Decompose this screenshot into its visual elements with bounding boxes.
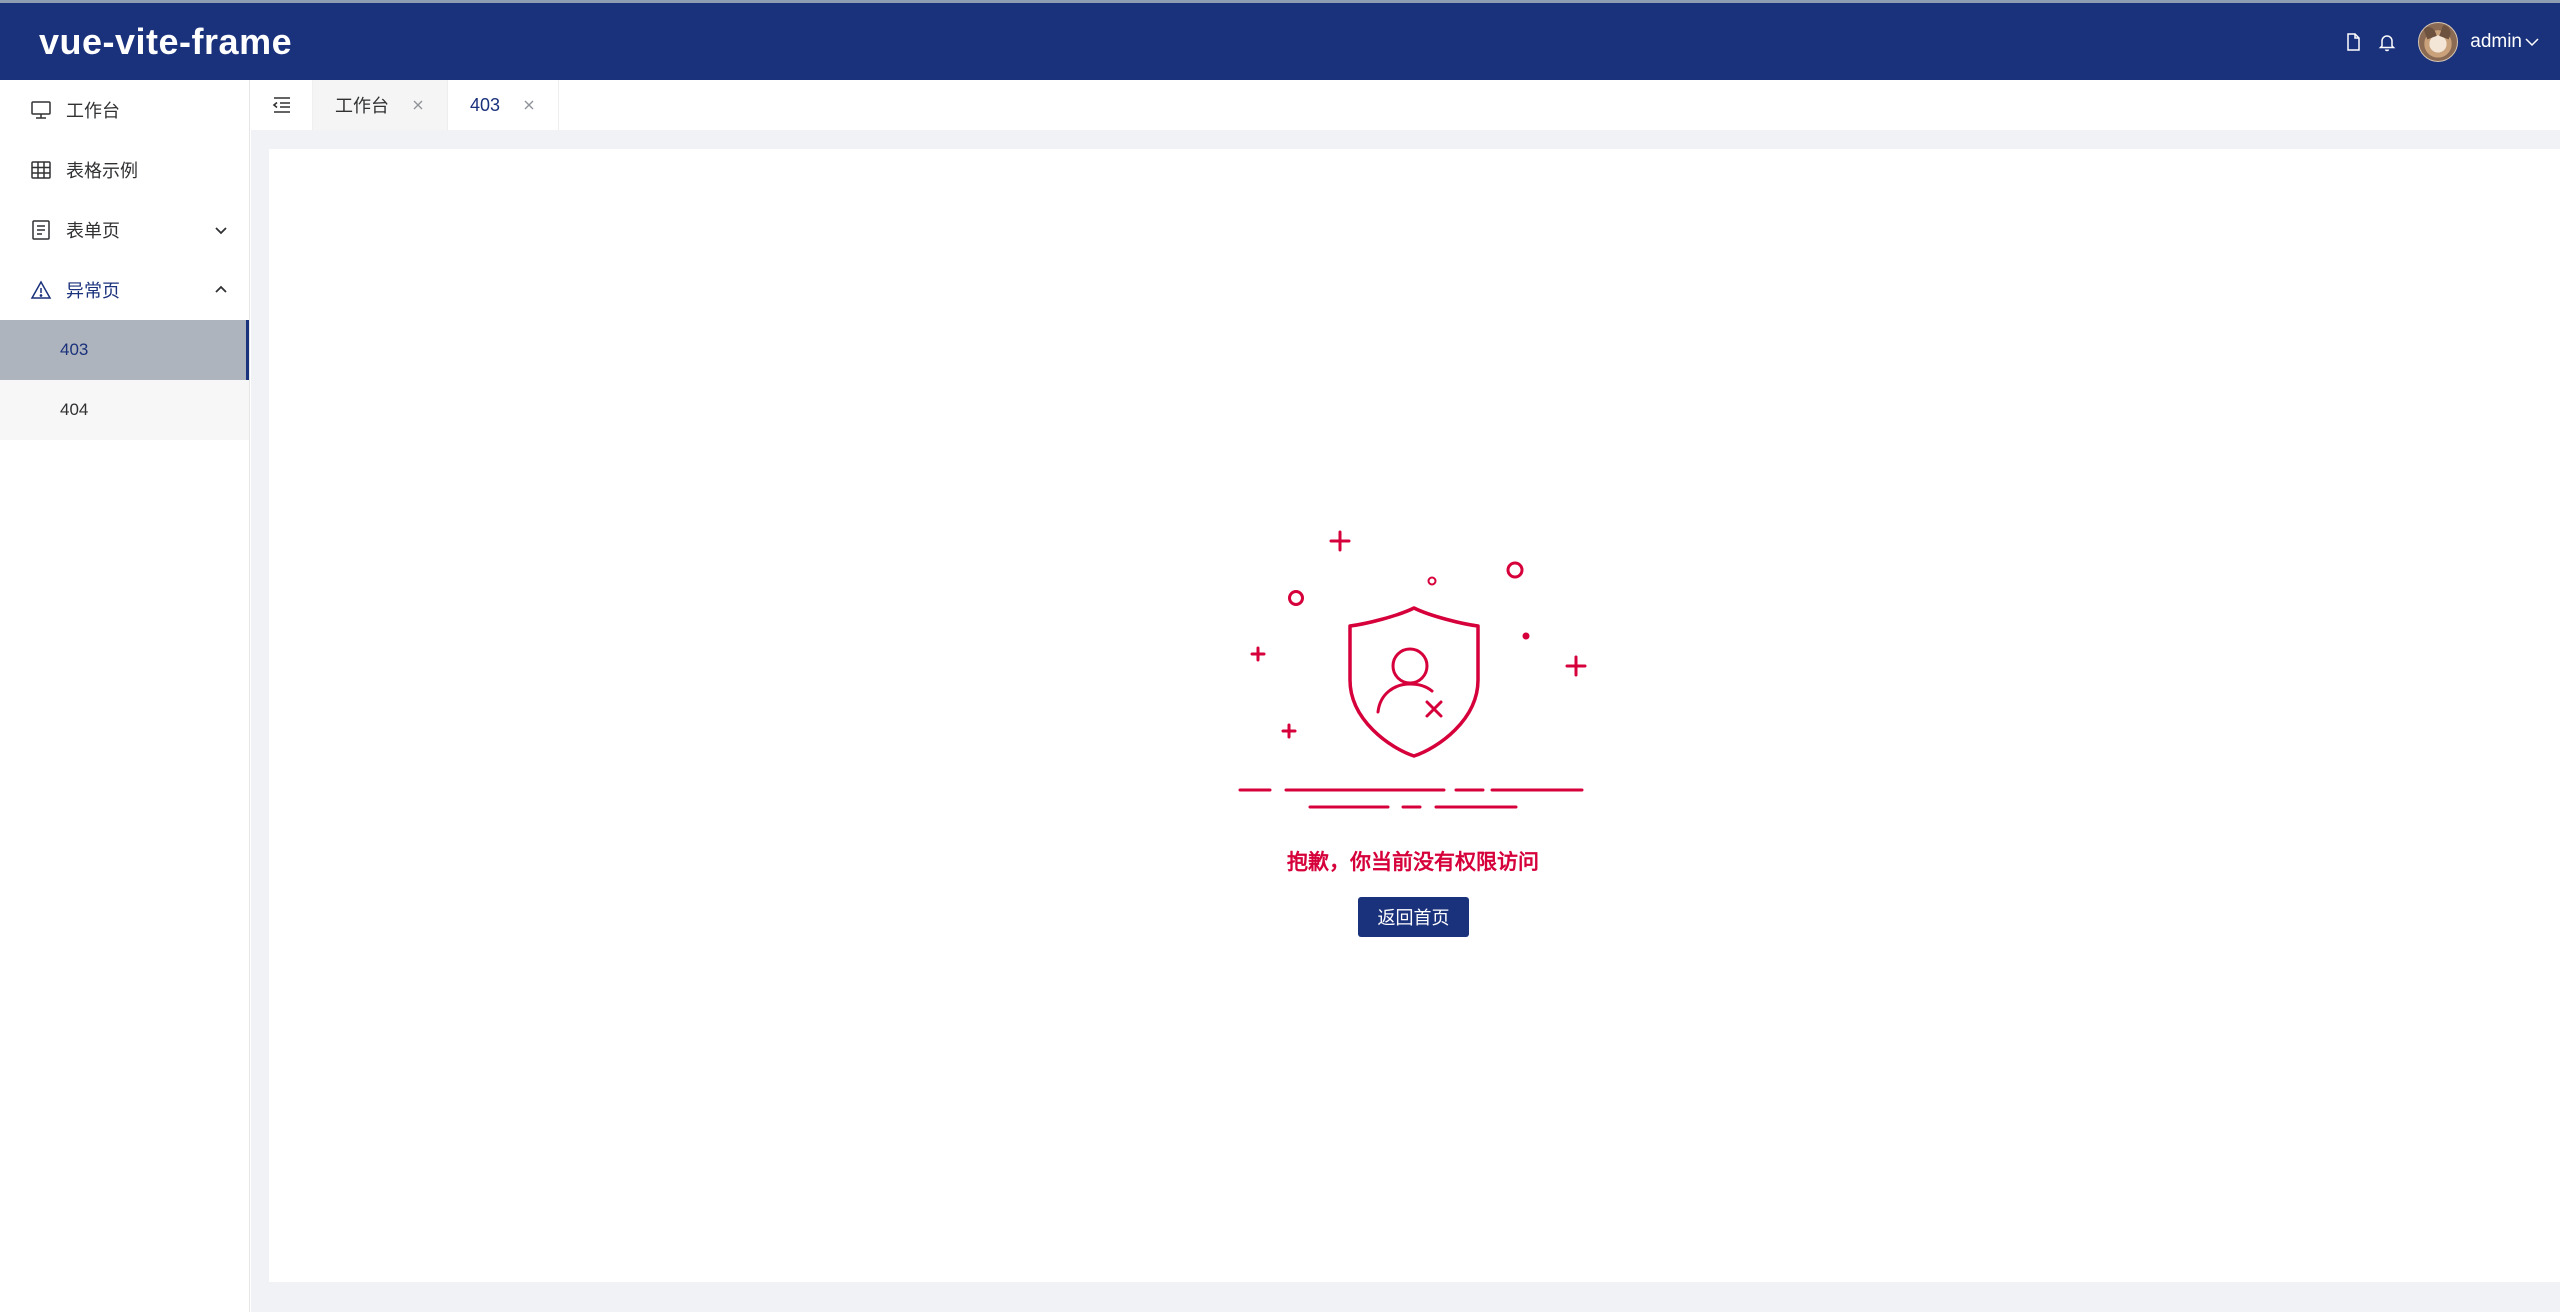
sidebar-item-label: 403: [60, 340, 89, 359]
tabs-bar: 工作台 403: [251, 80, 2560, 130]
app-title: vue-vite-frame: [39, 20, 293, 62]
sidebar: 工作台 表格示例 表单页 异常页 403 404: [0, 80, 250, 1312]
user-name[interactable]: admin: [2470, 31, 2522, 53]
sidebar-item-table[interactable]: 表格示例: [0, 140, 249, 200]
menu-fold-icon: [272, 97, 290, 113]
table-icon: [30, 159, 52, 181]
document-icon[interactable]: [2336, 25, 2370, 59]
top-header: vue-vite-frame admin: [0, 0, 2560, 80]
menu-collapse-button[interactable]: [251, 80, 313, 130]
app-root: vue-vite-frame admin 工作台 表格示例 表单页 异常页 40…: [0, 0, 2560, 1312]
sidebar-item-label: 表格示例: [66, 161, 138, 181]
tab-403[interactable]: 403: [448, 80, 560, 130]
sidebar-item-label: 异常页: [66, 281, 120, 301]
sidebar-item-form[interactable]: 表单页: [0, 200, 249, 260]
bell-icon[interactable]: [2370, 25, 2404, 59]
back-home-button[interactable]: 返回首页: [1358, 897, 1469, 937]
sidebar-item-exception[interactable]: 异常页: [0, 260, 249, 320]
monitor-icon: [30, 99, 52, 121]
sidebar-item-403[interactable]: 403: [0, 320, 249, 380]
sidebar-item-label: 表单页: [66, 221, 120, 241]
form-icon: [30, 219, 52, 241]
submenu-exception: 403 404: [0, 320, 249, 440]
tab-label: 403: [470, 94, 501, 115]
header-actions: admin: [2336, 3, 2540, 80]
error-message: 抱歉，你当前没有权限访问: [1287, 851, 1539, 874]
forbidden-shield-illustration: [1238, 530, 1587, 809]
chevron-up-icon: [215, 285, 227, 293]
close-icon[interactable]: [522, 98, 536, 112]
tab-label: 工作台: [335, 96, 389, 116]
chevron-down-icon: [215, 227, 227, 235]
avatar[interactable]: [2418, 21, 2459, 62]
sidebar-item-workbench[interactable]: 工作台: [0, 80, 249, 140]
warning-icon: [30, 279, 52, 301]
close-icon[interactable]: [411, 98, 425, 112]
sidebar-item-label: 404: [60, 400, 89, 419]
tab-workbench[interactable]: 工作台: [313, 80, 448, 130]
sidebar-item-404[interactable]: 404: [0, 380, 249, 440]
sidebar-item-label: 工作台: [66, 101, 120, 121]
chevron-down-icon[interactable]: [2524, 34, 2540, 50]
